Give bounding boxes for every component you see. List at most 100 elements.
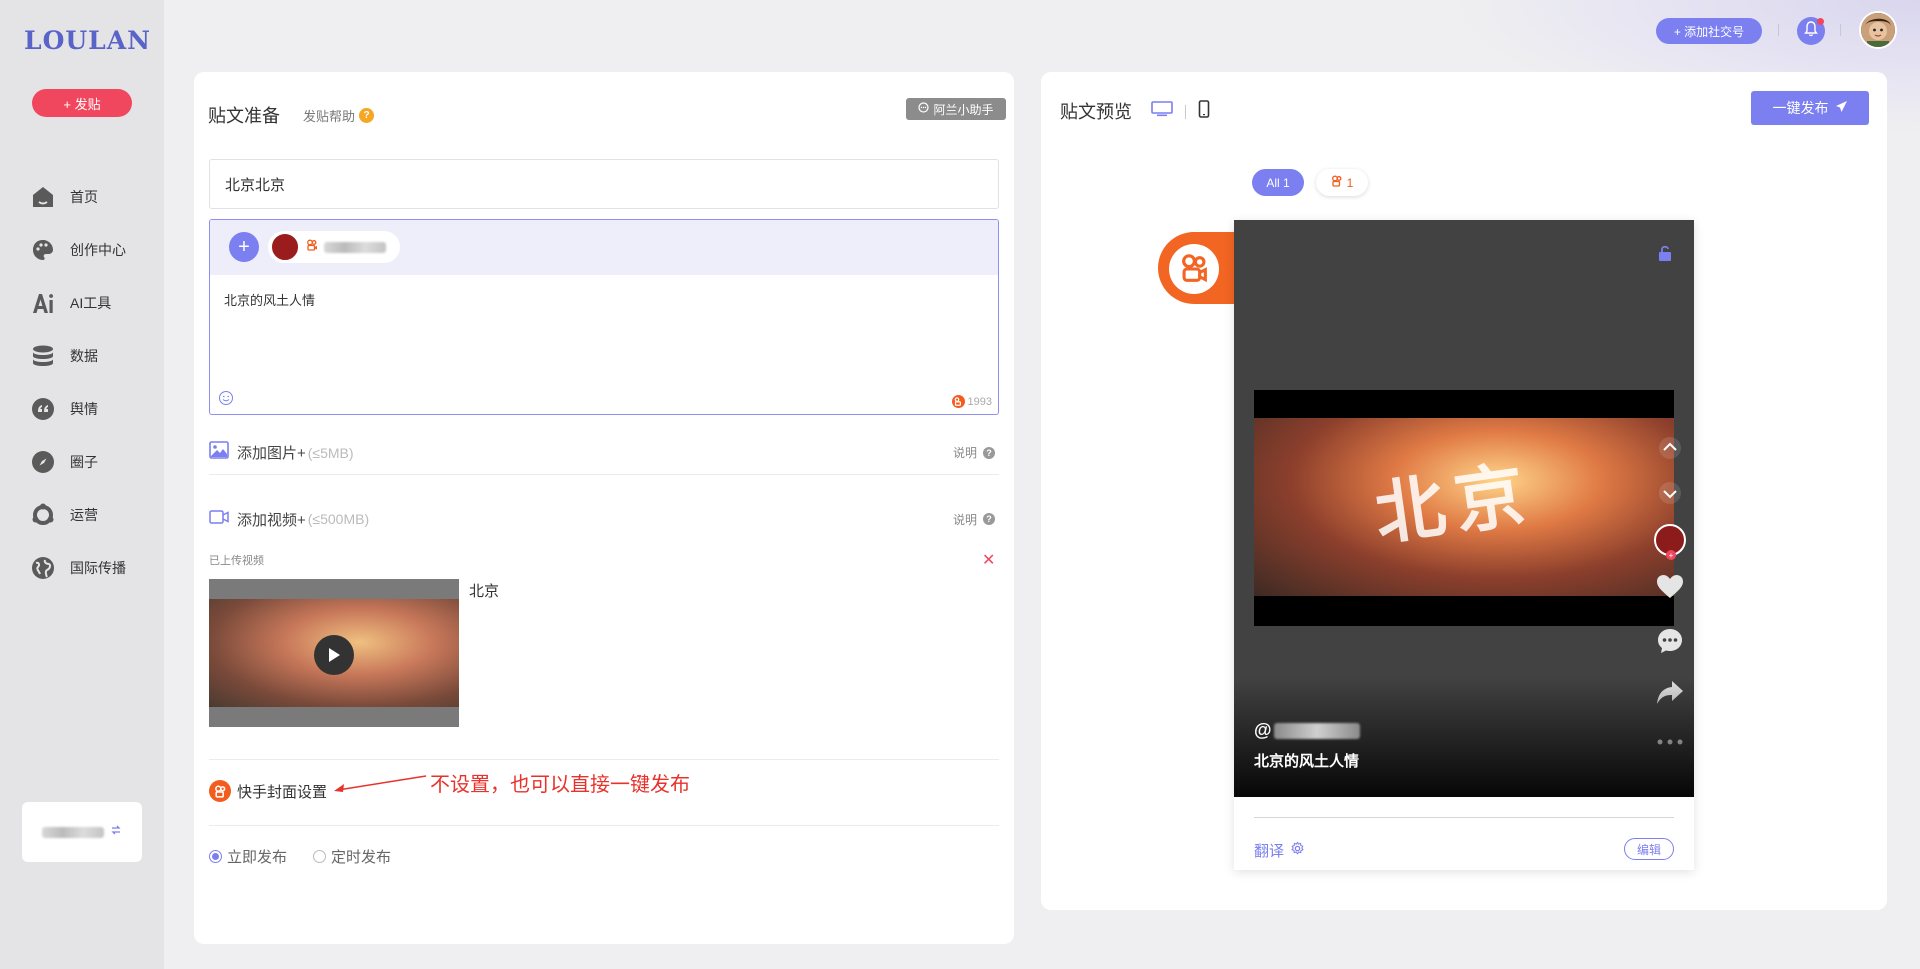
translate-button[interactable]: 翻译: [1254, 840, 1305, 861]
radio-dot: [209, 850, 222, 863]
handle-redacted: [1273, 722, 1360, 739]
quote-icon: [30, 396, 56, 422]
post-content-text[interactable]: 北京的风土人情: [224, 290, 315, 309]
heart-icon[interactable]: [1656, 574, 1684, 605]
one-click-publish-label: 一键发布: [1772, 100, 1829, 116]
sidebar-item-label: 国际传播: [70, 559, 126, 576]
video-icon[interactable]: [209, 509, 229, 530]
topbar-separator: [1840, 24, 1841, 36]
video-player[interactable]: 北京: [1254, 390, 1674, 626]
post-help-label: 发贴帮助: [303, 109, 356, 124]
annotation-arrow: [334, 775, 427, 792]
author-handle[interactable]: @: [1254, 720, 1360, 741]
compass-icon: [30, 449, 56, 475]
emoji-icon[interactable]: [218, 390, 234, 411]
notifications-button[interactable]: [1797, 17, 1825, 45]
assistant-button[interactable]: 阿兰小助手: [906, 98, 1006, 120]
note-label: 说明: [952, 512, 977, 527]
kuaishou-logo-icon: [1169, 244, 1219, 294]
play-icon[interactable]: [314, 635, 354, 675]
kuaishou-icon: [1331, 175, 1343, 190]
sidebar-item-sentiment[interactable]: 舆情: [30, 382, 126, 435]
edit-button[interactable]: 编辑: [1624, 838, 1674, 860]
add-video-button[interactable]: 添加视频+: [237, 509, 306, 530]
lock-icon[interactable]: [1656, 244, 1674, 267]
video-screen: 北京 + @ 北京的风土人情: [1234, 220, 1694, 797]
sidebar-item-label: 数据: [70, 347, 98, 364]
help-icon: ?: [983, 446, 995, 459]
sidebar-item-ai-tools[interactable]: AI工具: [30, 276, 126, 329]
publish-mode: 立即发布 定时发布: [209, 846, 391, 867]
kuaishou-count: 1: [1346, 175, 1354, 190]
kuaishou-icon: [951, 395, 965, 408]
mobile-icon[interactable]: [1198, 100, 1210, 123]
radio-dot: [313, 850, 327, 863]
add-image-button[interactable]: 添加图片+: [237, 442, 306, 463]
globe-icon: [30, 555, 56, 581]
add-image-row: 添加图片+ (≤5MB) 说明?: [209, 431, 999, 475]
kuaishou-cover-setting[interactable]: 快手封面设置: [209, 780, 327, 802]
account-name-redacted: [42, 826, 104, 838]
desktop-icon[interactable]: [1151, 101, 1173, 122]
sidebar-item-label: 圈子: [70, 453, 98, 470]
selected-accounts-row: +: [210, 220, 998, 275]
sidebar-item-international[interactable]: 国际传播: [30, 541, 126, 594]
video-note[interactable]: 说明?: [953, 511, 995, 528]
kuaishou-icon: [306, 238, 318, 256]
sidebar-item-label: AI工具: [70, 294, 112, 311]
sidebar-item-data[interactable]: 数据: [30, 329, 126, 382]
publish-now-label: 立即发布: [227, 849, 288, 866]
add-social-account-button[interactable]: + 添加社交号: [1656, 18, 1762, 44]
chevron-up-icon[interactable]: [1658, 436, 1682, 465]
follow-plus-icon[interactable]: +: [1666, 550, 1676, 560]
author-avatar[interactable]: +: [1654, 524, 1686, 560]
editor-title: 贴文准备: [208, 106, 280, 126]
selected-account-chip[interactable]: [268, 231, 400, 263]
publish-now-radio[interactable]: 立即发布: [209, 846, 287, 867]
post-content-editor[interactable]: + 北京的风土人情 1993: [209, 219, 999, 415]
chevron-down-icon[interactable]: [1658, 481, 1682, 510]
chat-icon: [918, 102, 930, 116]
gear-icon[interactable]: [1290, 841, 1305, 860]
filter-kuaishou-button[interactable]: 1: [1316, 169, 1368, 196]
handle-prefix: @: [1254, 720, 1272, 740]
sidebar-item-label: 舆情: [70, 400, 98, 417]
comment-icon[interactable]: [1656, 627, 1684, 660]
video-size-limit: (≤500MB): [307, 511, 370, 527]
switch-icon: [110, 823, 122, 841]
add-account-button[interactable]: +: [229, 232, 259, 262]
post-help-link[interactable]: 发贴帮助 ?: [303, 106, 375, 125]
assistant-label: 阿兰小助手: [933, 102, 994, 117]
divider: [209, 759, 999, 760]
image-note[interactable]: 说明?: [953, 444, 995, 461]
new-post-button[interactable]: + 发贴: [32, 89, 132, 117]
sidebar-item-home[interactable]: 首页: [30, 170, 126, 223]
sidebar-item-circle[interactable]: 圈子: [30, 435, 126, 488]
account-avatar: [270, 232, 300, 262]
video-name: 北京: [469, 583, 500, 600]
sidebar-item-creation[interactable]: 创作中心: [30, 223, 126, 276]
divider: [1254, 817, 1674, 818]
char-count: 1993: [951, 395, 992, 408]
user-avatar[interactable]: [1859, 11, 1897, 49]
remove-video-icon[interactable]: ✕: [982, 550, 995, 570]
sidebar-item-operations[interactable]: 运营: [30, 488, 126, 541]
publish-scheduled-radio[interactable]: 定时发布: [313, 846, 391, 867]
app-logo[interactable]: LOULAN: [24, 26, 151, 55]
video-thumbnail[interactable]: [209, 579, 459, 727]
preview-title: 贴文预览: [1060, 102, 1132, 122]
video-description: 北京的风土人情: [1254, 753, 1360, 770]
translate-label: 翻译: [1254, 843, 1285, 860]
filter-all-button[interactable]: All 1: [1252, 169, 1304, 196]
sidebar-item-label: 运营: [70, 506, 98, 523]
notification-dot: [1817, 18, 1824, 25]
one-click-publish-button[interactable]: 一键发布: [1751, 91, 1869, 125]
sidebar-item-label: 首页: [70, 188, 98, 205]
home-icon: [30, 184, 56, 210]
post-title-input[interactable]: [209, 159, 999, 209]
image-icon[interactable]: [209, 441, 229, 464]
cycle-icon: [30, 502, 56, 528]
account-switcher[interactable]: [22, 802, 142, 862]
cover-setting-label: 快手封面设置: [237, 783, 328, 801]
sidebar-nav: 首页 创作中心 AI工具 数据 舆情 圈子 运营 国际传播: [30, 170, 126, 594]
